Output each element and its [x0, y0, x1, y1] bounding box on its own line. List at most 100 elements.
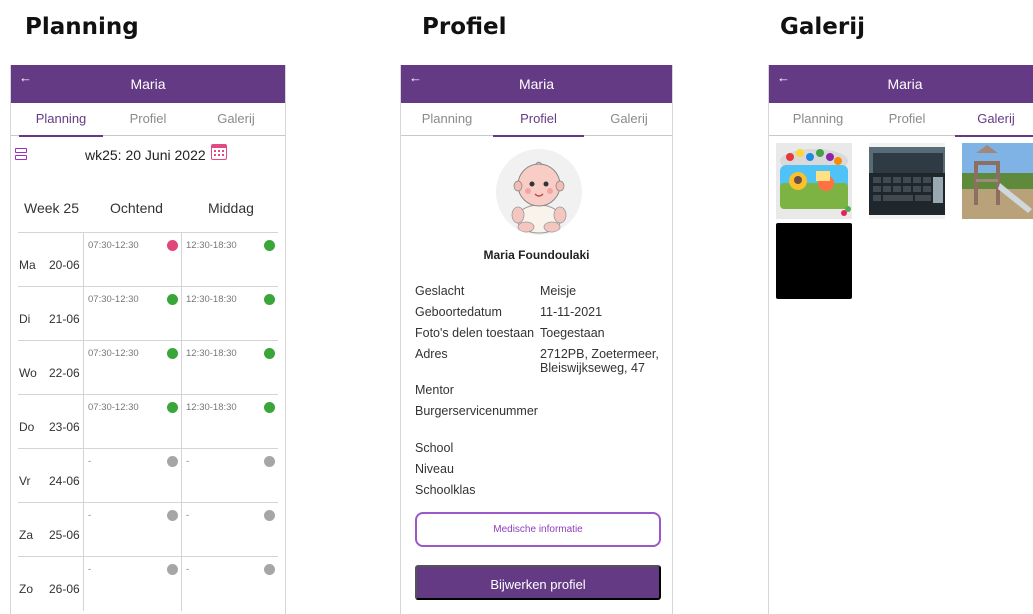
day-name: Zo	[19, 582, 34, 596]
day-name: Ma	[19, 258, 36, 272]
update-profile-button[interactable]: Bijwerken profiel	[415, 565, 661, 600]
morning-slot[interactable]: -	[88, 564, 91, 575]
afternoon-slot[interactable]: -	[186, 510, 189, 521]
afternoon-slot[interactable]: 12:30-18:30	[186, 294, 237, 305]
day-date: 25-06	[49, 528, 80, 542]
day-row: Za 25-06 - -	[18, 502, 278, 557]
tab-profiel[interactable]: Profiel	[493, 103, 584, 137]
afternoon-slot[interactable]: 12:30-18:30	[186, 240, 237, 251]
caption-profiel: Profiel	[422, 14, 507, 40]
day-date: 22-06	[49, 366, 80, 380]
tab-profiel[interactable]: Profiel	[107, 103, 189, 136]
tab-planning[interactable]: Planning	[403, 103, 491, 136]
gallery-photo-playground[interactable]	[962, 143, 1033, 219]
day-row: Wo 22-06 07:30-12:30 12:30-18:30	[18, 340, 278, 395]
label-birthdate: Geboortedatum	[415, 305, 502, 319]
gallery-photo-dark[interactable]	[776, 223, 852, 299]
view-toggle-icon[interactable]	[15, 148, 27, 162]
value-address: 2712PB, Zoetermeer, Bleiswijkseweg, 47	[540, 347, 659, 375]
day-name: Wo	[19, 366, 37, 380]
morning-slot[interactable]: 07:30-12:30	[88, 240, 139, 251]
app-bar: ← Maria	[401, 65, 672, 103]
tab-planning[interactable]: Planning	[19, 103, 103, 137]
label-photo-sharing: Foto's delen toestaan	[415, 326, 535, 340]
baby-avatar-icon	[496, 149, 582, 235]
caption-planning: Planning	[25, 14, 139, 40]
gallery-photo-keyboard[interactable]	[869, 143, 945, 219]
playground-image-icon	[962, 143, 1033, 219]
day-date: 20-06	[49, 258, 80, 272]
caption-galerij: Galerij	[780, 14, 865, 40]
medical-info-button[interactable]: Medische informatie	[415, 512, 661, 547]
afternoon-slot[interactable]: -	[186, 456, 189, 467]
tab-galerij[interactable]: Galerij	[586, 103, 672, 136]
value-photo-sharing: Toegestaan	[540, 326, 605, 340]
label-school: School	[415, 441, 454, 455]
morning-slot[interactable]: 07:30-12:30	[88, 348, 139, 359]
tab-bar: Planning Profiel Galerij	[11, 103, 285, 137]
value-birthdate: 11-11-2021	[540, 305, 603, 319]
tab-planning[interactable]: Planning	[774, 103, 862, 136]
morning-slot[interactable]: -	[88, 456, 91, 467]
tab-bar: Planning Profiel Galerij	[401, 103, 672, 137]
label-mentor: Mentor	[415, 383, 454, 397]
morning-status-dot	[167, 240, 178, 251]
tab-galerij[interactable]: Galerij	[193, 103, 279, 136]
morning-slot[interactable]: 07:30-12:30	[88, 294, 139, 305]
app-bar: ← Maria	[11, 65, 285, 103]
header-week: Week 25	[24, 200, 79, 216]
tab-bar: Planning Profiel Galerij	[769, 103, 1033, 137]
label-address: Adres	[415, 347, 448, 361]
keyboard-image-icon	[869, 143, 945, 219]
tab-galerij[interactable]: Galerij	[955, 103, 1033, 137]
afternoon-status-dot	[264, 240, 275, 251]
morning-slot[interactable]: -	[88, 510, 91, 521]
day-date: 23-06	[49, 420, 80, 434]
label-gender: Geslacht	[415, 284, 465, 298]
day-name: Vr	[19, 474, 31, 488]
morning-status-dot	[167, 348, 178, 359]
morning-slot[interactable]: 07:30-12:30	[88, 402, 139, 413]
app-bar: ← Maria	[769, 65, 1033, 103]
morning-status-dot	[167, 294, 178, 305]
week-selector: wk25: 20 Juni 2022	[11, 136, 285, 176]
galerij-screen: ← Maria Planning Profiel Galerij	[768, 65, 1033, 614]
morning-status-dot	[167, 510, 178, 521]
afternoon-slot[interactable]: 12:30-18:30	[186, 402, 237, 413]
day-row: Zo 26-06 - -	[18, 556, 278, 611]
afternoon-slot[interactable]: -	[186, 564, 189, 575]
morning-status-dot	[167, 402, 178, 413]
child-name: Maria Foundoulaki	[483, 248, 590, 262]
morning-status-dot	[167, 564, 178, 575]
day-date: 21-06	[49, 312, 80, 326]
day-name: Do	[19, 420, 35, 434]
calendar-icon[interactable]	[211, 144, 227, 160]
avatar[interactable]	[496, 149, 582, 235]
afternoon-status-dot	[264, 294, 275, 305]
week-label: wk25: 20 Juni 2022	[85, 147, 206, 163]
afternoon-slot[interactable]: 12:30-18:30	[186, 348, 237, 359]
morning-status-dot	[167, 456, 178, 467]
app-bar-title: Maria	[130, 76, 166, 92]
tab-profiel[interactable]: Profiel	[865, 103, 949, 136]
app-bar-title: Maria	[518, 76, 554, 92]
day-row: Di 21-06 07:30-12:30 12:30-18:30	[18, 286, 278, 341]
day-name: Di	[19, 312, 31, 326]
label-class: Schoolklas	[415, 483, 476, 497]
label-level: Niveau	[415, 462, 454, 476]
afternoon-status-dot	[264, 564, 275, 575]
day-row: Ma 20-06 07:30-12:30 12:30-18:30	[18, 232, 278, 287]
gallery-photo-ball-pit[interactable]	[776, 143, 852, 219]
ball-pit-image-icon	[776, 143, 852, 219]
afternoon-status-dot	[264, 402, 275, 413]
header-afternoon: Middag	[208, 200, 254, 216]
day-row: Do 23-06 07:30-12:30 12:30-18:30	[18, 394, 278, 449]
profiel-screen: ← Maria Planning Profiel Galerij Maria F…	[400, 65, 673, 614]
day-date: 26-06	[49, 582, 80, 596]
afternoon-status-dot	[264, 348, 275, 359]
planning-screen: ← Maria Planning Profiel Galerij wk25: 2…	[10, 65, 286, 614]
header-morning: Ochtend	[110, 200, 163, 216]
afternoon-status-dot	[264, 456, 275, 467]
day-name: Za	[19, 528, 34, 542]
afternoon-status-dot	[264, 510, 275, 521]
